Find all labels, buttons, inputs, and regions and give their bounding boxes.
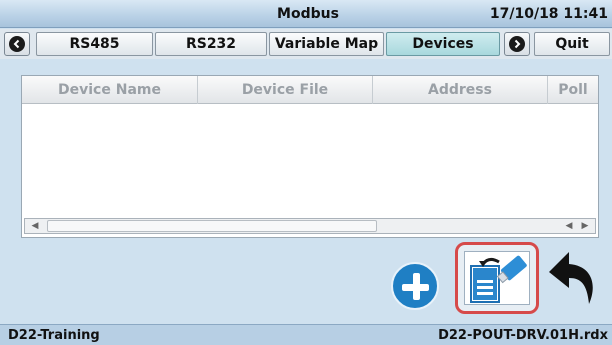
tab-devices[interactable]: Devices	[386, 32, 500, 56]
title-bar: Modbus 17/10/18 11:41	[0, 0, 612, 28]
tab-variable-map[interactable]: Variable Map	[269, 32, 384, 56]
tab-bar: RS485 RS232 Variable Map Devices Quit	[0, 29, 612, 59]
add-device-button[interactable]	[391, 262, 439, 310]
scroll-right-icon[interactable]: ▶	[577, 219, 593, 233]
usb-import-icon	[464, 251, 530, 305]
prev-tabs-button[interactable]	[4, 32, 30, 56]
datetime-display: 17/10/18 11:41	[489, 6, 608, 22]
undo-arrow-icon	[549, 252, 593, 304]
status-bar: D22-Training D22-POUT-DRV.01H.rdx	[0, 324, 612, 345]
next-tabs-button[interactable]	[504, 32, 530, 56]
back-button[interactable]	[547, 248, 599, 310]
scroll-left-icon[interactable]: ◀	[27, 219, 43, 233]
tab-rs485[interactable]: RS485	[36, 32, 153, 56]
chevron-right-icon	[509, 36, 525, 52]
table-header: Device Name Device File Address Poll	[22, 76, 598, 104]
tab-quit[interactable]: Quit	[534, 32, 610, 56]
import-from-usb-button[interactable]	[455, 242, 539, 314]
tab-rs232[interactable]: RS232	[155, 32, 267, 56]
project-file: D22-POUT-DRV.01H.rdx	[438, 328, 608, 343]
column-header-address[interactable]: Address	[373, 76, 548, 104]
devices-table[interactable]: Device Name Device File Address Poll ◀ ◀…	[21, 75, 599, 238]
column-header-device-name[interactable]: Device Name	[22, 76, 198, 104]
scrollbar-thumb[interactable]	[47, 220, 377, 232]
window-title: Modbus	[277, 6, 339, 22]
project-name: D22-Training	[8, 328, 100, 343]
horizontal-scrollbar[interactable]: ◀ ◀ ▶	[24, 218, 596, 234]
column-header-poll[interactable]: Poll	[548, 76, 598, 104]
scroll-left-end-icon[interactable]: ◀	[561, 219, 577, 233]
chevron-left-icon	[9, 36, 25, 52]
column-header-device-file[interactable]: Device File	[198, 76, 373, 104]
